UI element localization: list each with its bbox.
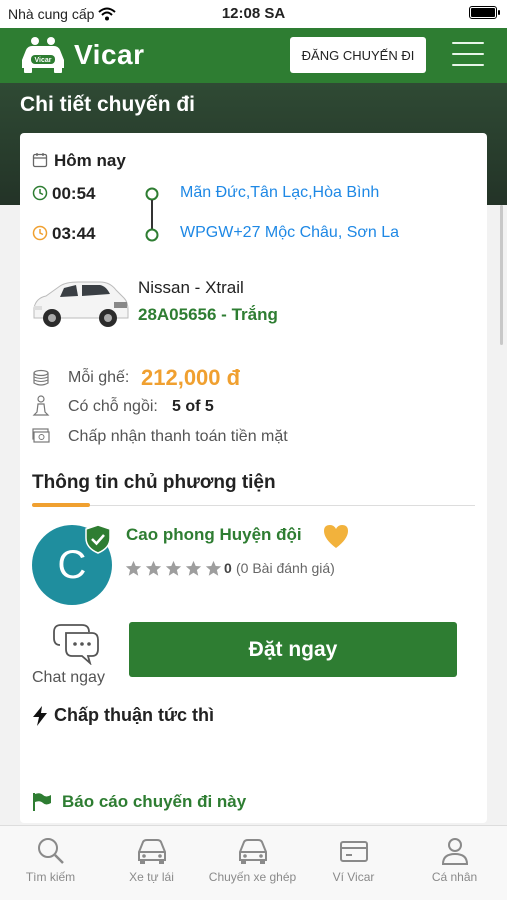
scrollbar[interactable] [500, 205, 503, 345]
rating-stars [125, 560, 222, 577]
vicar-logo[interactable]: Vicar Vicar [20, 36, 145, 74]
report-trip-label: Báo cáo chuyến đi này [62, 792, 247, 811]
battery-icon [469, 6, 500, 19]
section-accent-bar [32, 503, 90, 507]
tab-self-drive-label: Xe tự lái [129, 870, 174, 884]
clock: 12:08 SA [221, 5, 286, 22]
wallet-icon [339, 841, 368, 862]
owner-name[interactable]: Cao phong Huyện đội [126, 525, 302, 545]
tab-carpool[interactable]: Chuyến xe ghép [202, 826, 303, 900]
tab-wallet[interactable]: Ví Vicar [303, 826, 404, 900]
logo-badge-text: Vicar [35, 57, 52, 64]
car-icon [137, 839, 166, 864]
favorite-heart-icon[interactable] [322, 523, 350, 549]
seat-icon [32, 395, 50, 416]
verified-shield-icon [85, 524, 111, 554]
report-trip-link[interactable]: Báo cáo chuyến đi này [32, 792, 246, 812]
star-icon [185, 560, 202, 576]
logo-car-icon: Vicar [22, 37, 64, 73]
lightning-icon [33, 705, 47, 726]
review-count[interactable]: (0 Bài đánh giá) [236, 560, 335, 576]
tab-search-label: Tìm kiếm [25, 870, 76, 884]
price-label: Mỗi ghế: [68, 369, 130, 386]
chat-now-label[interactable]: Chat ngay [32, 669, 105, 687]
depart-place-link[interactable]: Mãn Đức,Tân Lạc,Hòa Bình [180, 184, 379, 202]
star-icon [205, 560, 222, 576]
vehicle-name: Nissan - Xtrail [138, 278, 244, 297]
person-icon [441, 838, 468, 865]
page-title: Chi tiết chuyến đi [20, 93, 196, 116]
bottom-tab-bar: Tìm kiếm Xe tự lái Chuyến xe ghép Ví Vic… [0, 825, 507, 900]
hamburger-menu-button[interactable] [452, 42, 484, 68]
payment-method: Chấp nhận thanh toán tiền mặt [68, 428, 288, 445]
arrive-place-link[interactable]: WPGW+27 Mộc Châu, Sơn La [180, 224, 399, 242]
route-connector-icon [145, 187, 159, 242]
app-header: Vicar Vicar ĐĂNG CHUYẾN ĐI [0, 28, 507, 83]
search-icon [37, 838, 64, 864]
tab-profile[interactable]: Cá nhân [404, 826, 505, 900]
tab-carpool-label: Chuyến xe ghép [208, 870, 297, 884]
tab-wallet-label: Ví Vicar [332, 870, 375, 884]
flag-icon [33, 793, 51, 811]
owner-section-title: Thông tin chủ phương tiện [32, 472, 276, 493]
vehicle-plate: 28A05656 - Trắng [138, 305, 278, 324]
arrive-clock-icon [32, 225, 48, 241]
tab-self-drive[interactable]: Xe tự lái [101, 826, 202, 900]
post-trip-button[interactable]: ĐĂNG CHUYẾN ĐI [290, 37, 426, 73]
status-bar: Nhà cung cấp 12:08 SA [0, 0, 507, 28]
calendar-icon [32, 153, 48, 168]
star-icon [145, 560, 162, 576]
seats-label: Có chỗ ngồi: [68, 398, 158, 415]
star-icon [125, 560, 142, 576]
rating-count: 0 [224, 560, 232, 576]
seats-value: 5 of 5 [172, 398, 214, 415]
brand-name: Vicar [74, 39, 145, 70]
carpool-icon [238, 839, 267, 864]
depart-clock-icon [32, 185, 48, 201]
tab-search[interactable]: Tìm kiếm [0, 826, 101, 900]
vehicle-photo [33, 281, 129, 327]
instant-approval-label: Chấp thuận tức thì [54, 705, 215, 725]
price-value: 212,000 đ [141, 365, 241, 390]
cash-icon [32, 428, 50, 443]
section-divider [32, 505, 475, 506]
book-now-button[interactable]: Đặt ngay [129, 622, 457, 677]
chat-bubbles-icon[interactable] [52, 623, 100, 665]
depart-time: 00:54 [52, 184, 96, 203]
trip-date: Hôm nay [54, 151, 126, 170]
star-icon [165, 560, 182, 576]
tab-profile-label: Cá nhân [431, 870, 478, 884]
arrive-time: 03:44 [52, 224, 96, 243]
coins-icon [33, 369, 49, 386]
instant-approval: Chấp thuận tức thì [32, 705, 214, 726]
